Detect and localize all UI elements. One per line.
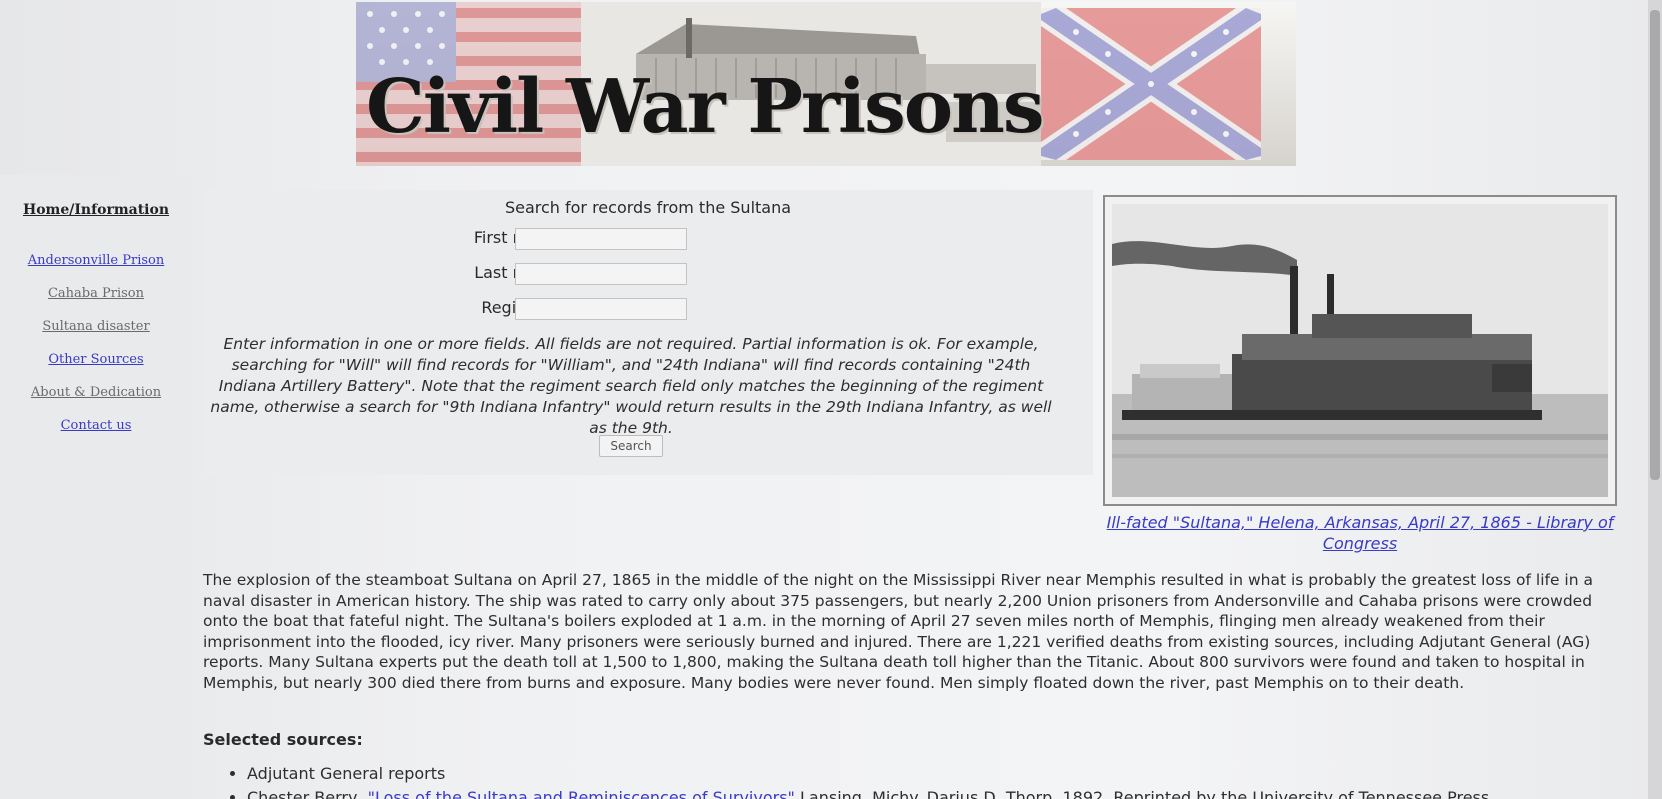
- site-title: Civil War Prisons: [366, 64, 1045, 150]
- sultana-article-text: The explosion of the steamboat Sultana o…: [203, 571, 1593, 692]
- search-instructions: Enter information in one or more fields.…: [210, 335, 1052, 437]
- sultana-steamboat-image: [1112, 204, 1608, 497]
- sidebar-item-andersonville-prison[interactable]: Andersonville Prison: [0, 253, 192, 268]
- vertical-scrollbar[interactable]: [1648, 0, 1662, 799]
- source-author: Chester Berry,: [247, 788, 368, 799]
- source-details: Lansing, Michy. Darius D. Thorp, 1892. R…: [794, 788, 1490, 799]
- sidebar-item-sultana-disaster[interactable]: Sultana disaster: [0, 319, 192, 334]
- sidebar-nav: Home/Information Andersonville Prison Ca…: [0, 175, 192, 799]
- selected-sources-heading: Selected sources:: [203, 730, 363, 749]
- regiment-input[interactable]: [515, 298, 687, 320]
- sidebar-item-cahaba-prison[interactable]: Cahaba Prison: [0, 286, 192, 301]
- sources-list: Adjutant General reports Chester Berry, …: [203, 762, 1647, 799]
- list-item: Chester Berry, "Loss of the Sultana and …: [247, 786, 1647, 799]
- sidebar-item-other-sources[interactable]: Other Sources: [0, 352, 192, 367]
- photo-caption-link[interactable]: Ill-fated "Sultana," Helena, Arkansas, A…: [1103, 512, 1617, 554]
- search-button[interactable]: Search: [599, 435, 663, 457]
- sidebar-item-home-information[interactable]: Home/Information: [0, 202, 192, 218]
- search-form: Search for records from the Sultana Firs…: [203, 190, 1093, 475]
- first-name-input[interactable]: [515, 228, 687, 250]
- sidebar-item-about-dedication[interactable]: About & Dedication: [0, 385, 192, 400]
- scrollbar-thumb[interactable]: [1650, 10, 1660, 480]
- last-name-input[interactable]: [515, 263, 687, 285]
- site-banner: Civil War Prisons: [356, 2, 1296, 166]
- sidebar-item-contact-us[interactable]: Contact us: [0, 418, 192, 433]
- list-item: Adjutant General reports: [247, 762, 1647, 786]
- sultana-photo: [1103, 195, 1617, 506]
- search-title: Search for records from the Sultana: [504, 198, 792, 217]
- source-link[interactable]: "Loss of the Sultana and Reminiscences o…: [368, 788, 795, 799]
- page: Civil War Prisons Home/Information Ander…: [0, 0, 1662, 799]
- confederate-flag-image: [1041, 8, 1261, 160]
